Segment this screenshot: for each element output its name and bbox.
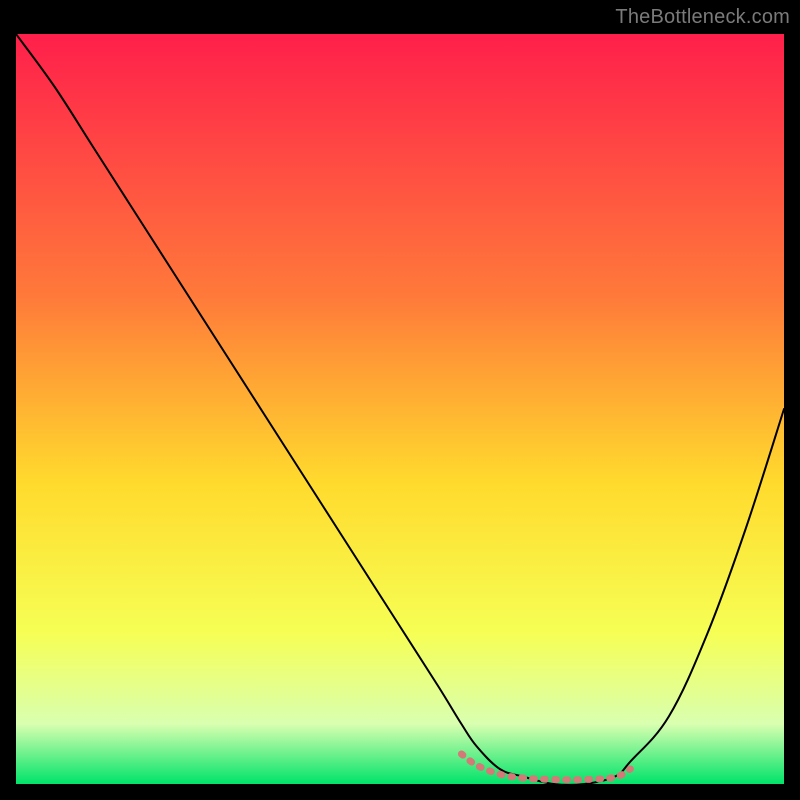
chart-svg xyxy=(16,34,784,784)
gradient-background xyxy=(16,34,784,784)
plot-area xyxy=(16,34,784,784)
watermark-text: TheBottleneck.com xyxy=(615,6,790,29)
chart-root: TheBottleneck.com xyxy=(0,0,800,800)
